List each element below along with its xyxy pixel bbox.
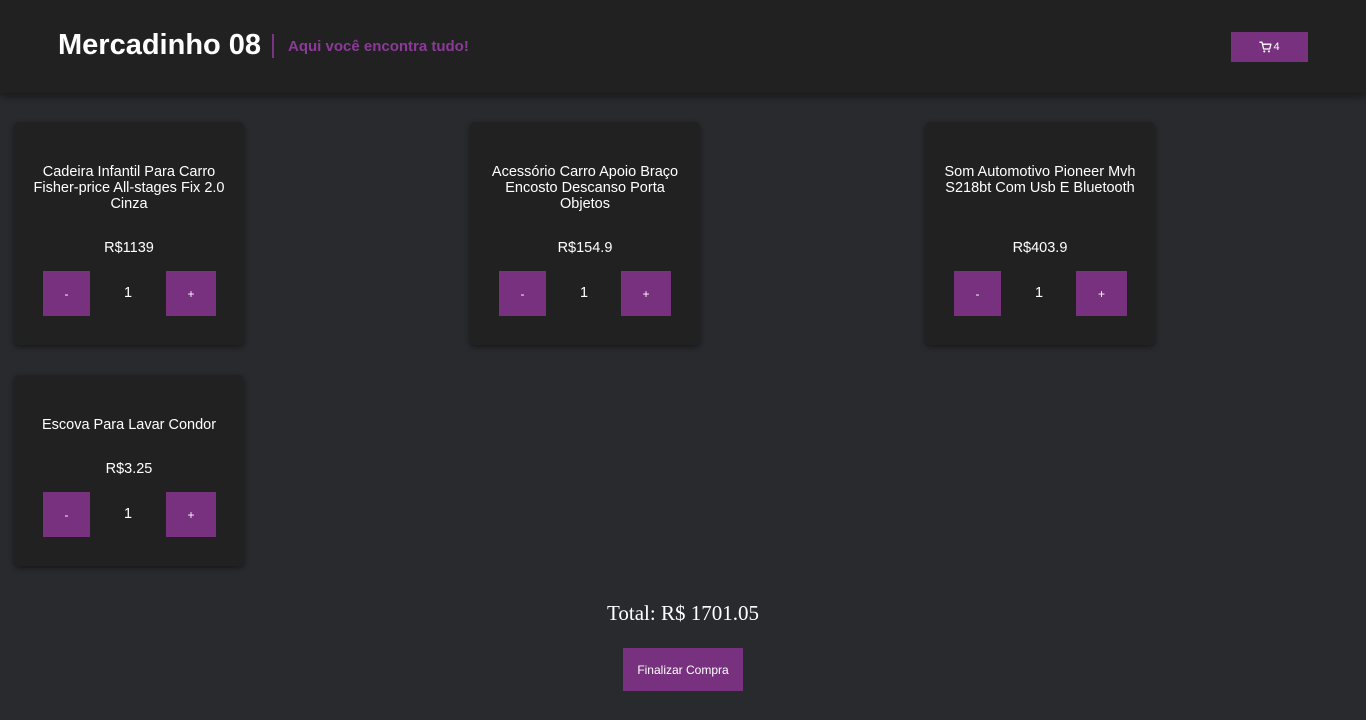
site-tagline: Aqui você encontra tudo!	[288, 38, 469, 55]
decrease-quantity-button[interactable]: -	[43, 271, 90, 316]
product-title: Som Automotivo Pioneer Mvh S218bt Com Us…	[944, 164, 1136, 196]
product-price: R$403.9	[1012, 240, 1068, 256]
product-price: R$1139	[104, 240, 154, 256]
increase-quantity-button[interactable]: +	[166, 492, 216, 537]
quantity-value: 1	[579, 285, 589, 301]
product-price: R$154.9	[557, 240, 613, 256]
decrease-quantity-button[interactable]: -	[954, 271, 1001, 316]
header-divider	[272, 34, 274, 58]
site-title: Mercadinho 08	[58, 29, 262, 61]
cart-icon	[1259, 41, 1273, 53]
product-card: Som Automotivo Pioneer Mvh S218bt Com Us…	[925, 122, 1155, 345]
increase-quantity-button[interactable]: +	[621, 271, 671, 316]
product-card: Acessório Carro Apoio Braço Encosto Desc…	[470, 122, 700, 345]
product-title: Cadeira Infantil Para Carro Fisher-price…	[33, 164, 225, 212]
top-header: Mercadinho 08 Aqui você encontra tudo! 4	[0, 0, 1366, 93]
quantity-value: 1	[123, 506, 133, 522]
order-total: Total: R$ 1701.05	[607, 601, 759, 625]
product-price: R$3.25	[105, 461, 153, 477]
increase-quantity-button[interactable]: +	[1076, 271, 1127, 316]
decrease-quantity-button[interactable]: -	[43, 492, 90, 537]
decrease-quantity-button[interactable]: -	[499, 271, 546, 316]
product-title: Escova Para Lavar Condor	[41, 417, 217, 433]
cart-count: 4	[1273, 41, 1280, 53]
cart-button[interactable]: 4	[1231, 32, 1308, 62]
quantity-value: 1	[1034, 285, 1044, 301]
checkout-button[interactable]: Finalizar Compra	[623, 648, 743, 691]
product-card: Cadeira Infantil Para Carro Fisher-price…	[14, 122, 244, 345]
quantity-value: 1	[123, 285, 133, 301]
increase-quantity-button[interactable]: +	[166, 271, 216, 316]
product-card: Escova Para Lavar Condor R$3.25 - 1 +	[14, 375, 244, 566]
product-title: Acessório Carro Apoio Braço Encosto Desc…	[491, 164, 679, 212]
